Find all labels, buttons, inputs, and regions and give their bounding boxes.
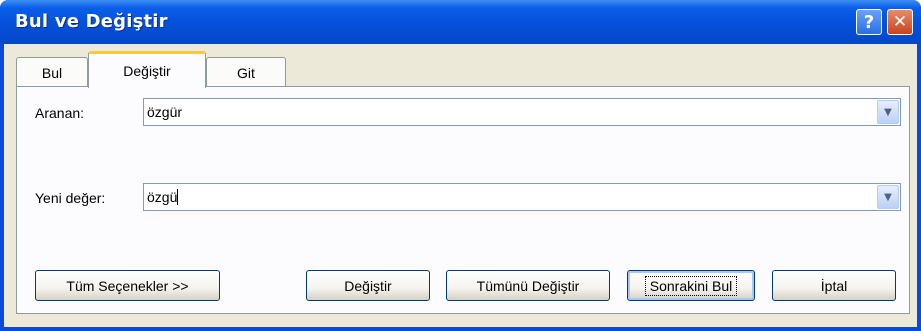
- replace-input[interactable]: özgü: [147, 189, 179, 205]
- tab-replace[interactable]: Değiştir: [88, 51, 206, 88]
- find-combobox[interactable]: özgür ▼: [143, 98, 901, 126]
- find-replace-dialog: Bul ve Değiştir ? ✕ Bul Değiştir Git Ara…: [0, 0, 921, 331]
- cancel-button-label: İptal: [820, 277, 848, 294]
- replace-button-label: Değiştir: [344, 277, 392, 294]
- tab-goto[interactable]: Git: [206, 57, 286, 87]
- close-icon: ✕: [892, 12, 908, 32]
- tab-find-label: Bul: [41, 64, 63, 81]
- replace-label: Yeni değer:: [35, 190, 106, 206]
- tab-goto-label: Git: [237, 64, 255, 81]
- tab-find[interactable]: Bul: [16, 57, 88, 87]
- replace-all-button-label: Tümünü Değiştir: [476, 277, 580, 294]
- more-options-label: Tüm Seçenekler >>: [66, 277, 189, 294]
- help-button[interactable]: ?: [856, 9, 882, 35]
- text-cursor: [177, 189, 179, 205]
- help-icon: ?: [863, 11, 875, 33]
- replace-all-button[interactable]: Tümünü Değiştir: [446, 270, 610, 301]
- more-options-button[interactable]: Tüm Seçenekler >>: [35, 270, 220, 301]
- find-dropdown-button[interactable]: ▼: [877, 100, 899, 124]
- cancel-button[interactable]: İptal: [772, 270, 896, 301]
- find-next-button[interactable]: Sonrakini Bul: [627, 270, 755, 301]
- chevron-down-icon: ▼: [884, 191, 892, 203]
- title-bar[interactable]: Bul ve Değiştir ? ✕: [0, 0, 921, 44]
- find-label: Aranan:: [35, 105, 85, 121]
- replace-value: özgü: [147, 189, 178, 205]
- replace-button[interactable]: Değiştir: [306, 270, 430, 301]
- tab-replace-label: Değiştir: [123, 63, 171, 79]
- close-button[interactable]: ✕: [887, 9, 913, 35]
- replace-dropdown-button[interactable]: ▼: [877, 185, 899, 209]
- chevron-down-icon: ▼: [884, 106, 892, 118]
- find-input[interactable]: özgür: [147, 104, 182, 120]
- window-title: Bul ve Değiştir: [15, 11, 168, 32]
- dialog-body: Bul Değiştir Git Aranan: özgür ▼ Yeni de…: [4, 44, 917, 327]
- replace-combobox[interactable]: özgü ▼: [143, 183, 901, 211]
- find-next-button-label: Sonrakini Bul: [644, 275, 738, 296]
